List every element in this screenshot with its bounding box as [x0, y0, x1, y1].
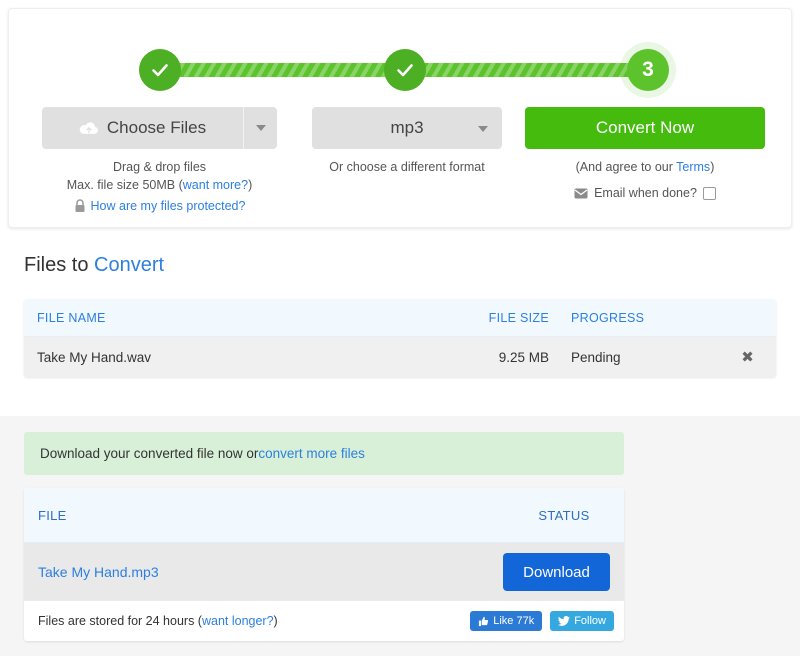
files-title-accent: Convert [94, 254, 165, 276]
terms-text: (And agree to our Terms) [525, 158, 765, 176]
files-title-prefix: Files to [24, 254, 95, 276]
choose-files-column: Choose Files Drag & drop files Max. file… [42, 107, 277, 213]
max-size-prefix: Max. file size 50MB ( [66, 178, 183, 192]
notice-prefix: Download your converted file now or [40, 446, 259, 461]
list-item: Take My Hand.mp3 Download [24, 543, 624, 601]
check-icon [397, 64, 413, 77]
header-status: STATUS [538, 507, 590, 523]
format-sub-text: Or choose a different format [329, 160, 485, 174]
format-column: mp3 Or choose a different format [312, 107, 502, 176]
thumbs-up-icon [479, 616, 489, 626]
files-table-header: FILE NAME FILE SIZE PROGRESS [24, 299, 776, 337]
result-status-cell: Download [489, 553, 624, 591]
stepper-step-3-current[interactable]: 3 [627, 49, 669, 91]
chevron-down-icon [255, 125, 266, 131]
stepper-bar-2 [404, 63, 654, 77]
twitter-bird-icon [558, 615, 571, 626]
terms-line: (And agree to our Terms) [525, 158, 765, 176]
stepper-step-3-label: 3 [642, 58, 654, 81]
format-select[interactable]: mp3 [312, 107, 502, 149]
storage-prefix: Files are stored for 24 hours ( [38, 614, 202, 628]
facebook-like-label: Like 77k [493, 615, 535, 627]
choose-files-help: Drag & drop files Max. file size 50MB (w… [42, 158, 277, 194]
files-table: FILE NAME FILE SIZE PROGRESS Take My Han… [24, 299, 776, 377]
progress-stepper: 3 [139, 41, 669, 97]
files-section-title: Files to Convert [24, 254, 164, 277]
max-size-suffix: ) [248, 178, 253, 192]
files-protected-link[interactable]: How are my files protected? [91, 199, 246, 213]
controls-row: Choose Files Drag & drop files Max. file… [9, 107, 793, 217]
cloud-upload-icon [79, 122, 98, 134]
stepper-bar-1 [161, 63, 406, 77]
download-button-label: Download [523, 563, 590, 581]
remove-file-icon[interactable]: ✖ [719, 348, 776, 366]
download-button[interactable]: Download [503, 553, 610, 591]
download-notice: Download your converted file now or conv… [24, 432, 624, 475]
choose-files-label: Choose Files [106, 118, 207, 137]
check-icon [152, 64, 168, 77]
social-buttons: Like 77k Follow [470, 611, 614, 631]
header-file-name: FILE NAME [37, 310, 106, 325]
agree-prefix: (And agree to our [575, 160, 677, 174]
twitter-follow-button[interactable]: Follow [550, 611, 614, 631]
email-when-done-label: Email when done? [594, 186, 697, 200]
agree-suffix: ) [710, 160, 715, 174]
header-progress: PROGRESS [571, 310, 645, 325]
chevron-down-icon [478, 126, 488, 132]
choose-files-group: Choose Files [42, 107, 277, 149]
results-table: FILE STATUS Take My Hand.mp3 Download Fi… [24, 488, 624, 641]
want-more-link[interactable]: want more? [183, 178, 248, 192]
drag-drop-text: Drag & drop files [112, 160, 207, 174]
storage-notice: Files are stored for 24 hours (want long… [38, 614, 278, 628]
stepper-step-1-complete[interactable] [139, 49, 181, 91]
twitter-follow-label: Follow [574, 615, 606, 627]
format-value: mp3 [390, 118, 424, 137]
choose-files-dropdown-button[interactable] [243, 107, 277, 149]
converter-card: 3 Choose Files Drag & drop files Max. fi… [8, 8, 792, 228]
lock-icon [75, 199, 85, 212]
email-when-done-row: Email when done? [525, 186, 765, 200]
files-protected-row: How are my files protected? [42, 199, 277, 213]
convert-more-files-link[interactable]: convert more files [258, 446, 365, 461]
choose-files-button[interactable]: Choose Files [42, 107, 243, 149]
facebook-like-button[interactable]: Like 77k [470, 611, 543, 631]
results-panel: Download your converted file now or conv… [0, 416, 800, 656]
cell-file-name: Take My Hand.wav [37, 349, 152, 365]
max-size-text: Max. file size 50MB (want more?) [42, 176, 277, 194]
email-when-done-checkbox[interactable] [702, 186, 716, 200]
storage-suffix: ) [273, 614, 278, 628]
convert-column: Convert Now (And agree to our Terms) Ema… [525, 107, 765, 200]
results-table-header: FILE STATUS [24, 488, 624, 543]
format-help: Or choose a different format [312, 158, 502, 176]
convert-now-label: Convert Now [595, 118, 695, 137]
cell-file-size: 9.25 MB [498, 349, 549, 365]
result-file-link[interactable]: Take My Hand.mp3 [24, 564, 489, 580]
header-file: FILE [38, 507, 67, 523]
stepper-step-2-complete[interactable] [384, 49, 426, 91]
envelope-icon [574, 188, 588, 198]
convert-now-button[interactable]: Convert Now [525, 107, 765, 149]
table-row: Take My Hand.wav 9.25 MB Pending ✖ [24, 337, 776, 377]
terms-link[interactable]: Terms [676, 160, 710, 174]
header-file-size: FILE SIZE [488, 310, 549, 325]
results-footer: Files are stored for 24 hours (want long… [24, 601, 624, 641]
want-longer-link[interactable]: want longer? [202, 614, 274, 628]
cell-progress: Pending [571, 349, 621, 365]
